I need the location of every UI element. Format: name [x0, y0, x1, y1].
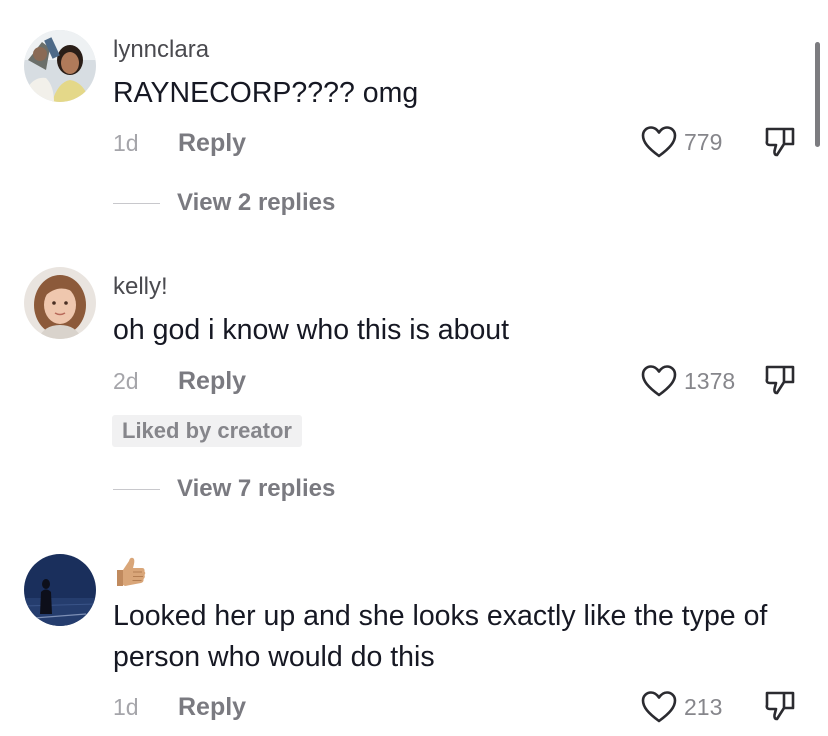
view-replies-button[interactable]: View 7 replies [113, 472, 335, 506]
divider-line [113, 202, 160, 204]
comment-time: 1d [113, 129, 139, 156]
like-button[interactable]: 779 [640, 122, 722, 162]
thumbs-up-emoji-icon [117, 557, 146, 586]
comment-time: 1d [113, 693, 139, 720]
avatar[interactable] [24, 30, 96, 102]
heart-outline-icon [641, 365, 677, 397]
like-button[interactable]: 1378 [640, 361, 735, 401]
reply-button[interactable]: Reply [178, 693, 246, 722]
heart-outline-icon [641, 691, 677, 723]
liked-by-creator-badge: Liked by creator [112, 415, 302, 447]
comment-meta: 1d Reply [113, 126, 246, 160]
like-count: 1378 [684, 367, 736, 394]
avatar[interactable] [24, 267, 96, 339]
comment-text: oh god i know who this is about [113, 314, 510, 346]
comment-text: Looked her up and she looks exactly like… [113, 600, 768, 673]
comment-time: 2d [113, 367, 139, 394]
thumbs-down-outline-icon[interactable] [762, 124, 798, 160]
thumbs-down-outline-icon[interactable] [762, 362, 798, 398]
reply-button[interactable]: Reply [178, 367, 246, 396]
avatar[interactable] [24, 554, 96, 626]
like-count: 779 [684, 128, 723, 155]
comment-text: RAYNECORP???? omg [113, 77, 419, 109]
reply-button[interactable]: Reply [178, 129, 246, 158]
like-button[interactable]: 213 [640, 687, 722, 727]
scrollbar[interactable] [815, 42, 820, 147]
view-replies-label: View 2 replies [177, 189, 336, 216]
thumbs-down-outline-icon[interactable] [762, 688, 798, 724]
like-count: 213 [684, 693, 723, 720]
comment-meta: 2d Reply [113, 364, 246, 398]
heart-outline-icon [641, 126, 677, 158]
username[interactable]: lynnclara [113, 36, 209, 64]
comment-meta: 1d Reply [113, 690, 246, 724]
username[interactable]: kelly! [113, 273, 168, 301]
view-replies-button[interactable]: View 2 replies [113, 186, 335, 220]
divider-line [113, 488, 160, 490]
view-replies-label: View 7 replies [177, 475, 336, 502]
